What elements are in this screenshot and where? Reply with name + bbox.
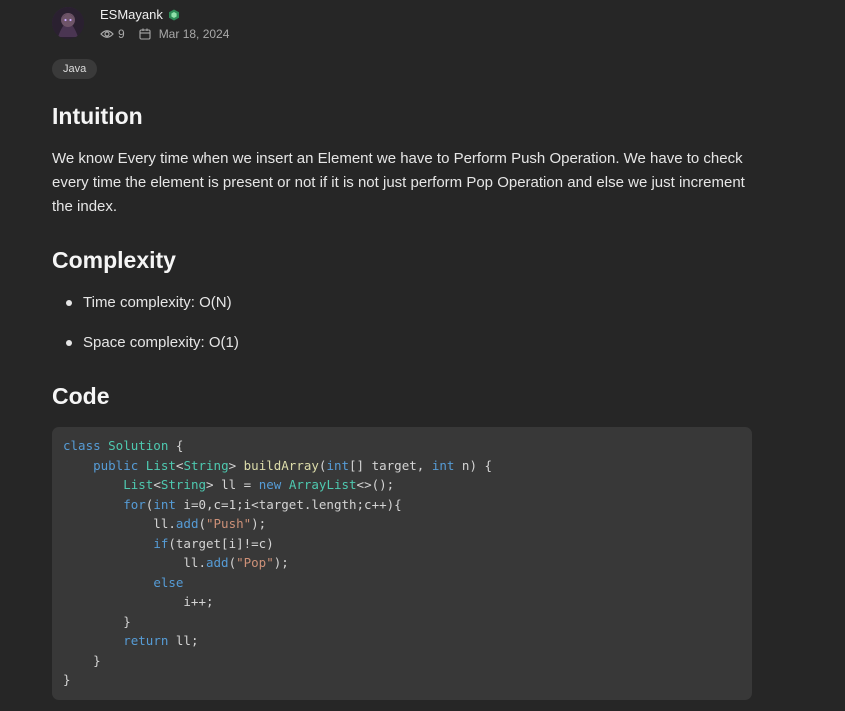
intuition-text: We know Every time when we insert an Ele… — [52, 150, 745, 215]
solution-post: ESMayank 9 Mar 18, 2024 Java Intuition W… — [0, 0, 845, 711]
post-date: Mar 18, 2024 — [158, 27, 230, 41]
code-line: } — [63, 652, 101, 668]
space-complexity-item: Space complexity: O(1) — [52, 330, 239, 370]
complexity-heading: Complexity — [52, 247, 176, 273]
code-line: ll.add("Push"); — [63, 516, 267, 531]
code-line: return ll; — [123, 633, 199, 648]
avatar[interactable] — [52, 7, 84, 39]
view-count: 9 — [118, 27, 125, 41]
time-complexity-item: Time complexity: O(N) — [52, 290, 239, 330]
code-line: } — [63, 672, 71, 687]
code-block[interactable]: class Solution { public List<String> bui… — [52, 427, 752, 700]
code-line: } — [63, 613, 131, 629]
code-heading: Code — [52, 383, 110, 409]
eye-icon — [100, 30, 114, 38]
complexity-list: Time complexity: O(N) Space complexity: … — [52, 290, 239, 370]
calendar-icon — [139, 28, 151, 40]
code-line: for(int i=0,c=1;i<target.length;c++){ — [123, 496, 402, 512]
code-line: ll.add("Pop"); — [63, 555, 289, 570]
code-line: List<String> ll = new ArrayList<>(); — [123, 477, 395, 492]
code-line: i++; — [63, 594, 214, 609]
author-name[interactable]: ESMayank — [100, 7, 163, 22]
hexagon-badge-icon — [168, 9, 179, 20]
post-meta: 9 Mar 18, 2024 — [100, 27, 229, 41]
code-line: public List<String> buildArray(int[] tar… — [93, 457, 493, 473]
author-info: ESMayank — [100, 7, 180, 22]
language-tag[interactable]: Java — [52, 59, 98, 79]
code-line: if(target[i]!=c) — [153, 535, 274, 551]
avatar-image — [52, 7, 84, 39]
intuition-heading: Intuition — [52, 103, 143, 129]
code-line: else — [153, 574, 184, 590]
code-line: class Solution { — [63, 438, 184, 453]
